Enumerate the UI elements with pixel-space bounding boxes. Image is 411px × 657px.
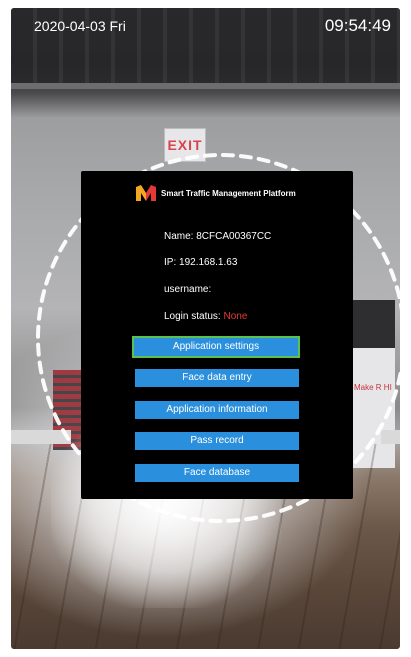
- face-data-entry-button[interactable]: Face data entry: [135, 369, 299, 387]
- application-settings-button[interactable]: Application settings: [132, 336, 300, 358]
- camera-preview: EXIT Make R HI 2020-04-03 Fri 09:54:49 S…: [11, 8, 400, 649]
- settings-dialog: Smart Traffic Management Platform Name: …: [81, 171, 353, 499]
- login-status: Login status: None: [164, 311, 247, 322]
- username-label: username:: [164, 284, 212, 295]
- platform-title: Smart Traffic Management Platform: [161, 188, 296, 198]
- date-label: 2020-04-03 Fri: [34, 18, 126, 34]
- login-status-value: None: [223, 311, 248, 322]
- face-database-button[interactable]: Face database: [135, 464, 299, 482]
- logo-m-icon: [136, 185, 156, 201]
- pass-record-button[interactable]: Pass record: [135, 432, 299, 450]
- application-information-button[interactable]: Application information: [135, 401, 299, 419]
- device-name: Name: 8CFCA00367CC: [164, 231, 272, 242]
- brand-header: Smart Traffic Management Platform: [136, 184, 296, 202]
- ip-address: IP: 192.168.1.63: [164, 257, 238, 268]
- login-status-label: Login status:: [164, 311, 224, 322]
- time-label: 09:54:49: [324, 16, 391, 35]
